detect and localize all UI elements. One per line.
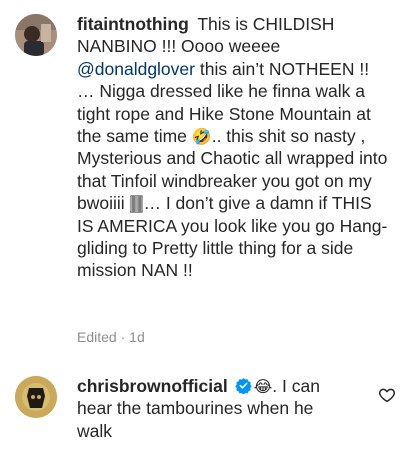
comment-item: fitaintnothing This is CHILDISH NANBINO …: [0, 0, 408, 360]
heart-outline-icon: [379, 388, 395, 403]
rofl-emoji: 🤣: [191, 129, 212, 147]
comment-body: fitaintnothing This is CHILDISH NANBINO …: [77, 13, 389, 282]
avatar-image: [15, 14, 57, 56]
comment-body: chrisbrownofficial 😂. I can hear the tam…: [77, 375, 352, 442]
like-button[interactable]: [378, 386, 396, 404]
avatar[interactable]: [15, 376, 57, 418]
comment-username[interactable]: fitaintnothing: [77, 14, 189, 34]
comment-timestamp[interactable]: 1d: [129, 329, 145, 345]
comment-meta: Edited · 1d: [77, 329, 145, 345]
comment-username[interactable]: chrisbrownofficial: [77, 376, 228, 396]
comment-text: 🀫: [129, 193, 144, 214]
laughing-emoji: 😂: [253, 379, 273, 396]
verified-badge-icon: [234, 378, 252, 394]
avatar[interactable]: [15, 14, 57, 56]
edited-label: Edited: [77, 329, 117, 345]
meta-separator: ·: [120, 329, 126, 345]
avatar-image: [15, 376, 57, 418]
mention-link[interactable]: @donaldglover: [77, 59, 195, 79]
